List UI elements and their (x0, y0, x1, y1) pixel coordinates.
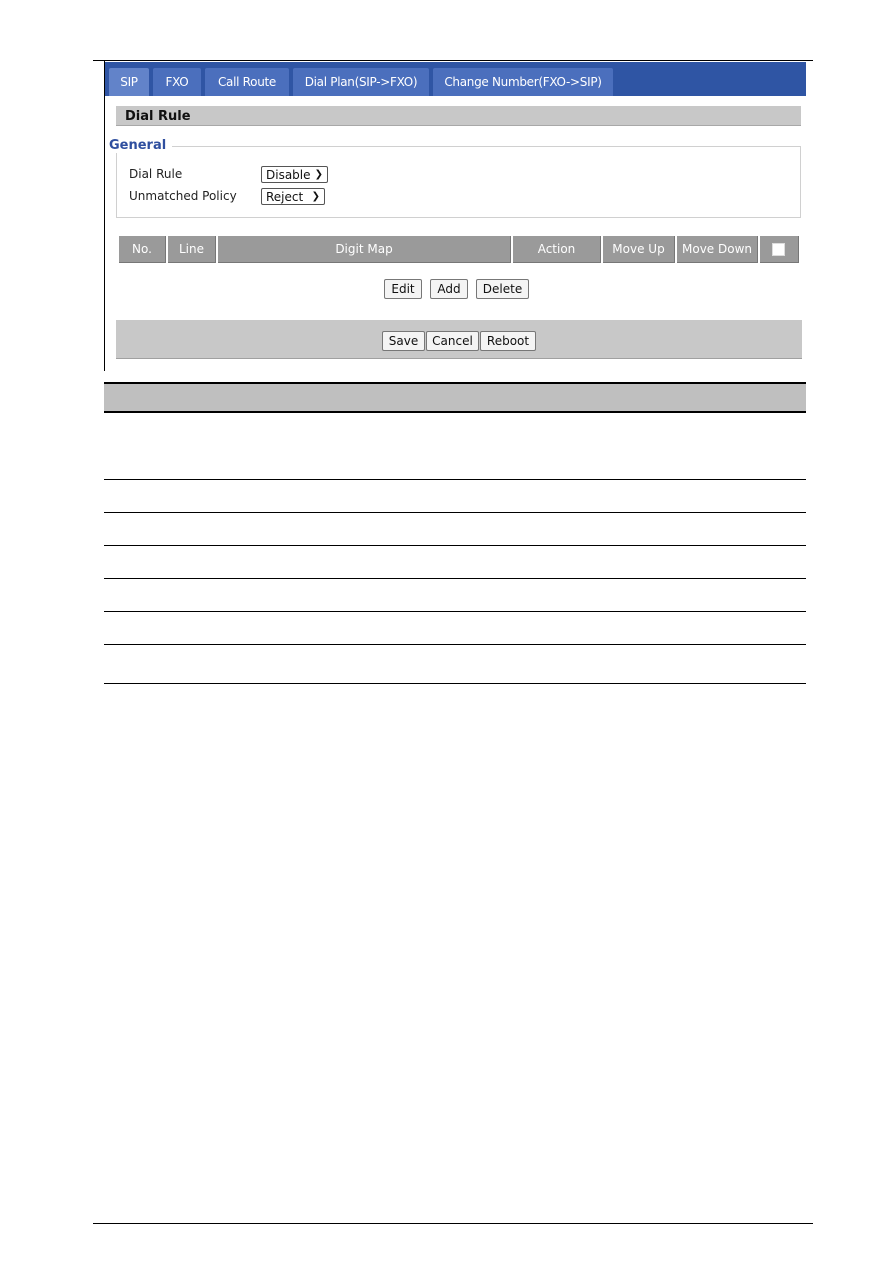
tab-sip[interactable]: SIP (109, 68, 149, 96)
save-button[interactable]: Save (382, 331, 425, 351)
general-fieldset (116, 146, 801, 218)
column-header-move-up: Move Up (603, 236, 675, 263)
chevron-down-icon: ❯ (314, 169, 323, 180)
column-header-move-down: Move Down (677, 236, 758, 263)
dial-rule-value: Disable (266, 168, 311, 182)
document-table-header (104, 382, 806, 413)
general-legend: General (109, 138, 173, 153)
table-bottom-rule (104, 683, 806, 684)
table-row-divider (104, 578, 806, 579)
section-title: Dial Rule (116, 106, 801, 126)
checkbox-icon[interactable] (772, 243, 785, 256)
column-header-no: No. (119, 236, 166, 263)
dial-rule-label: Dial Rule (129, 167, 183, 181)
column-header-action: Action (513, 236, 601, 263)
table-row-divider (104, 644, 806, 645)
column-header-select-all (760, 236, 799, 263)
tab-call-route[interactable]: Call Route (205, 68, 289, 96)
unmatched-policy-value: Reject (266, 190, 304, 204)
column-header-digit-map: Digit Map (218, 236, 511, 263)
add-button[interactable]: Add (430, 279, 468, 299)
web-ui-screenshot: SIP FXO Call Route Dial Plan(SIP->FXO) C… (105, 62, 806, 368)
chevron-down-icon: ❯ (311, 191, 320, 202)
tab-dial-plan[interactable]: Dial Plan(SIP->FXO) (293, 68, 429, 96)
tab-change-number[interactable]: Change Number(FXO->SIP) (433, 68, 613, 96)
dial-rule-select[interactable]: Disable ❯ (261, 166, 328, 183)
page-footer-rule (93, 1223, 813, 1224)
tab-fxo[interactable]: FXO (153, 68, 201, 96)
table-row-divider (104, 545, 806, 546)
tab-bar: SIP FXO Call Route Dial Plan(SIP->FXO) C… (105, 62, 806, 96)
delete-button[interactable]: Delete (476, 279, 529, 299)
table-row-divider (104, 512, 806, 513)
table-row-divider (104, 479, 806, 480)
column-header-line: Line (168, 236, 216, 263)
edit-button[interactable]: Edit (384, 279, 422, 299)
page-top-rule (93, 60, 813, 61)
unmatched-policy-select[interactable]: Reject ❯ (261, 188, 325, 205)
reboot-button[interactable]: Reboot (480, 331, 536, 351)
cancel-button[interactable]: Cancel (426, 331, 479, 351)
unmatched-policy-label: Unmatched Policy (129, 189, 237, 203)
table-row-divider (104, 611, 806, 612)
